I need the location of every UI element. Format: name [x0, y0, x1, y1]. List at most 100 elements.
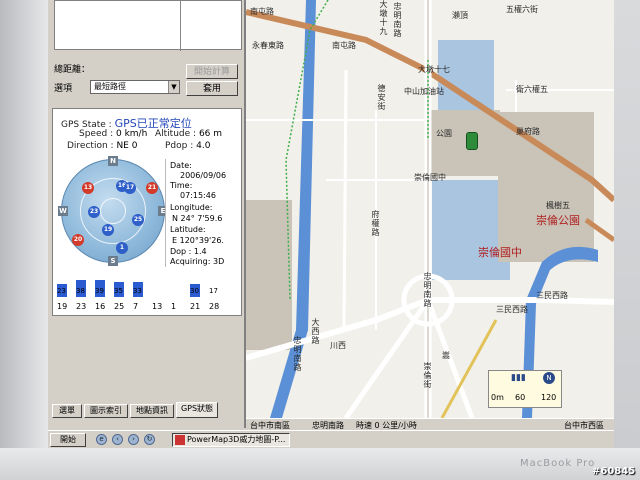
- longitude-value: N 24° 7'59.6: [172, 214, 223, 223]
- signal-prn-label: 21: [190, 302, 201, 311]
- map-label: 楓樹五: [546, 201, 570, 210]
- signal-strength-chart: 19 23 23 38 16 39 25 35 7 33 13 1 21 30 28 17: [57, 269, 237, 311]
- signal-value-label: 30: [190, 287, 199, 295]
- calculate-button[interactable]: 開始計算: [186, 64, 238, 79]
- satellite-marker: 21: [146, 182, 158, 194]
- map-scale: ▮▮▮ N 0m 60 120: [488, 370, 562, 408]
- scale-unit-1: 60: [515, 393, 526, 402]
- direction-value: NE 0: [116, 141, 138, 151]
- acquiring-label: Acquiring: 3D: [170, 257, 225, 266]
- scale-unit-2: 120: [541, 393, 557, 402]
- map-label: 大墩十九: [379, 0, 388, 36]
- tab-gps-status[interactable]: GPS狀態: [176, 402, 218, 418]
- route-list[interactable]: [54, 0, 242, 51]
- scale-unit-0: 0m: [491, 393, 504, 402]
- speed-label: Speed :: [79, 129, 114, 139]
- screen: 總距離： 選項 最短路徑 ▼ 開始計算 套用 GPS State : GPS已正…: [48, 0, 614, 448]
- compass-icon[interactable]: N: [543, 372, 555, 384]
- map-label: 忠明南路: [423, 272, 432, 308]
- altitude-label: Altitude :: [155, 129, 197, 139]
- map-label: 崇倫街: [423, 362, 432, 389]
- map-label: 三民西路: [496, 305, 528, 314]
- gps-status-box: GPS State : GPS已正常定位 Speed : 0 km/h Alti…: [52, 108, 242, 316]
- ie-icon[interactable]: e: [96, 434, 107, 445]
- map-label: 中山加油站: [404, 87, 444, 96]
- map-label: 衛六權五: [516, 85, 548, 94]
- signal-prn-label: 25: [114, 302, 125, 311]
- satellite-marker: 17: [124, 182, 136, 194]
- dop-label: Dop : 1.4: [170, 247, 207, 256]
- signal-value-label: 35: [114, 287, 123, 295]
- tab-menu[interactable]: 選單: [52, 404, 82, 418]
- map-label: 嵩: [442, 351, 450, 360]
- signal-value-label: 17: [209, 287, 218, 295]
- monitor-bezel-left: [0, 0, 48, 480]
- map-label: 巢府路: [516, 127, 540, 136]
- map-label: 忠明南路: [393, 2, 402, 38]
- satellite-marker: 1: [116, 242, 128, 254]
- compass-north: N: [108, 156, 118, 166]
- latitude-value: E 120°39'26.: [172, 236, 224, 245]
- signal-value-label: 23: [57, 287, 66, 295]
- date-label: Date:: [170, 161, 192, 170]
- signal-prn-label: 16: [95, 302, 106, 311]
- tab-location-info[interactable]: 地點資訊: [130, 404, 174, 418]
- map-label: 永春東路: [252, 41, 284, 50]
- speed-value: 0 km/h: [115, 129, 148, 139]
- vehicle-position-icon: [466, 132, 478, 150]
- start-button[interactable]: 開始: [50, 433, 86, 447]
- panel-tabs: 選單 圖示索引 地點資訊 GPS狀態: [52, 402, 242, 418]
- forward-icon[interactable]: ›: [128, 434, 139, 445]
- satellite-marker: 23: [88, 206, 100, 218]
- taskbar-app-button[interactable]: PowerMap3D威力地圖-P...: [172, 433, 290, 447]
- signal-prn-label: 7: [133, 302, 139, 311]
- route-option-value: 最短路徑: [94, 82, 126, 91]
- refresh-icon[interactable]: ↻: [144, 434, 155, 445]
- left-panel: 總距離： 選項 最短路徑 ▼ 開始計算 套用 GPS State : GPS已正…: [48, 0, 246, 428]
- satellite-marker: 25: [132, 214, 144, 226]
- taskbar-app-label: PowerMap3D威力地圖-P...: [187, 435, 286, 444]
- altitude-value: 66 m: [198, 129, 223, 139]
- map-label: 三民西路: [536, 291, 568, 300]
- map-label: 府權路: [371, 210, 380, 237]
- map-label: 崇倫公園: [536, 214, 580, 227]
- gps-info-panel: Date: 2006/09/06 Time: 07:15:46 Longitud…: [165, 159, 235, 267]
- direction-label: Direction :: [67, 141, 114, 151]
- compass-west: W: [58, 206, 68, 216]
- map-label: 崇倫國中: [478, 246, 522, 259]
- pdop-value: 4.0: [196, 141, 211, 151]
- signal-prn-label: 19: [57, 302, 68, 311]
- device-brand: MacBook Pro: [520, 458, 596, 469]
- map-label: 德安街: [377, 84, 386, 111]
- satellite-marker: 13: [82, 182, 94, 194]
- signal-prn-label: 23: [76, 302, 87, 311]
- map-label: 崇倫國中: [414, 173, 446, 182]
- pdop-label: Pdop :: [165, 141, 194, 151]
- map-label: 忠明南路: [293, 336, 302, 372]
- satellite-marker: 19: [102, 224, 114, 236]
- time-value: 07:15:46: [180, 191, 216, 200]
- compass-south: S: [108, 256, 118, 266]
- map-view[interactable]: 南屯路 永春東路 南屯路 大墩十九 大墩十七 中山加油站 五權六街 瀨頂 巢府路…: [246, 0, 614, 418]
- back-icon[interactable]: ‹: [112, 434, 123, 445]
- watermark: #60845: [592, 466, 636, 477]
- chevron-down-icon[interactable]: ▼: [168, 81, 179, 93]
- map-label: 五權六街: [506, 5, 538, 14]
- date-value: 2006/09/06: [180, 171, 227, 180]
- signal-prn-label: 1: [171, 302, 177, 311]
- signal-value-label: 39: [95, 287, 104, 295]
- time-label: Time:: [170, 181, 193, 190]
- satellite-skyplot: N E S W 13 16 17 21 23 25 19 20 1: [58, 156, 168, 266]
- map-label: 南屯路: [250, 7, 274, 16]
- tab-icon-index[interactable]: 圖示索引: [84, 404, 128, 418]
- route-option-select[interactable]: 最短路徑 ▼: [90, 80, 180, 94]
- route-distance-label: 總距離：: [54, 65, 91, 75]
- taskbar: 開始 e ‹ › ↻ PowerMap3D威力地圖-P...: [48, 430, 614, 448]
- map-label: 大墩十七: [418, 65, 450, 74]
- latitude-label: Latitude:: [170, 225, 206, 234]
- map-label: 川西: [330, 341, 346, 350]
- apply-button[interactable]: 套用: [186, 81, 238, 96]
- signal-prn-label: 28: [209, 302, 220, 311]
- longitude-label: Longitude:: [170, 203, 213, 212]
- signal-value-label: 33: [133, 287, 142, 295]
